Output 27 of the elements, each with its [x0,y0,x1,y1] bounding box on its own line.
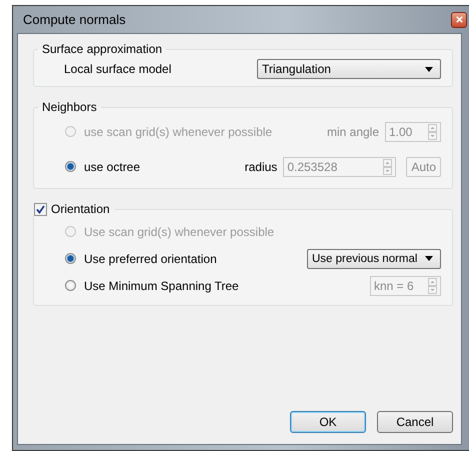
radio-button[interactable] [65,280,76,291]
option-label: use scan grid(s) whenever possible [84,124,272,138]
spin-arrows-icon [428,124,437,140]
field-label: Local surface model [64,62,172,76]
option-label: Use preferred orientation [84,252,217,266]
caret-icon [425,66,433,72]
spin-arrows-icon [383,158,392,174]
dialog-button[interactable]: OK [290,411,366,433]
dropdown[interactable]: Use previous normal [307,248,441,268]
option-label: use octree [84,160,140,174]
close-button[interactable] [451,12,467,28]
caret-icon [425,256,433,261]
radio-button[interactable] [65,253,76,264]
radio-button[interactable] [65,161,76,172]
dialog-button[interactable]: Cancel [377,411,453,433]
close-icon [456,16,462,23]
window-title: Compute normals [22,12,126,27]
field-label: min angle [326,124,379,138]
field-label: radius [244,160,278,174]
dropdown[interactable]: Triangulation [257,59,441,79]
group-title: Neighbors [42,100,97,114]
group-title: Surface approximation [42,42,162,56]
checkbox[interactable] [34,202,47,216]
group-title: Orientation [51,202,110,216]
option-label: Use scan grid(s) whenever possible [84,224,274,238]
spin-arrows-icon [428,278,437,294]
option-label: Use Minimum Spanning Tree [84,278,239,292]
